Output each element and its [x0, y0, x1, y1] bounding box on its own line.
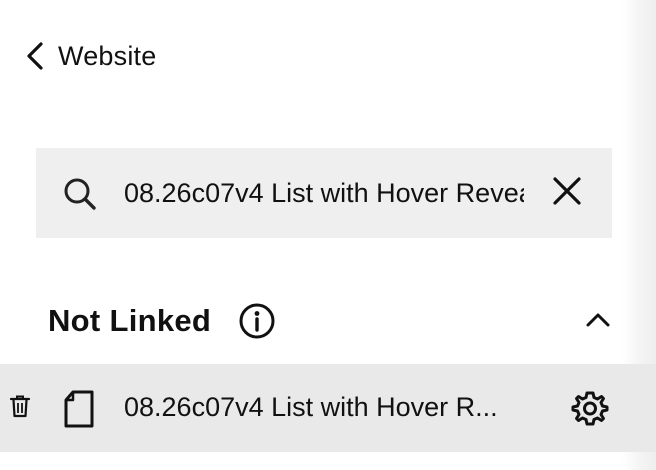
- page-name: 08.26c07v4 List with Hover R...: [124, 392, 498, 422]
- back-link-label: Website: [58, 40, 157, 71]
- page-settings-button[interactable]: [570, 390, 610, 430]
- page-list-item[interactable]: 08.26c07v4 List with Hover R...: [0, 364, 656, 452]
- search-input[interactable]: [124, 170, 524, 216]
- chevron-up-icon: [585, 311, 611, 334]
- back-link[interactable]: Website: [22, 36, 156, 76]
- page-icon: [62, 390, 96, 428]
- delete-page-button[interactable]: [6, 394, 34, 422]
- section-title: Not Linked: [48, 303, 212, 338]
- collapse-section-button[interactable]: [578, 302, 618, 342]
- not-linked-section-header: Not Linked: [48, 296, 618, 346]
- trash-icon: [9, 394, 31, 423]
- search-bar: [36, 148, 612, 238]
- gear-icon: [571, 389, 609, 432]
- chevron-left-icon: [22, 36, 48, 76]
- pages-panel: Website Not Linked: [0, 0, 656, 470]
- search-icon: [62, 176, 98, 212]
- close-icon: [552, 176, 582, 211]
- info-icon[interactable]: [237, 301, 277, 341]
- clear-search-button[interactable]: [548, 174, 586, 212]
